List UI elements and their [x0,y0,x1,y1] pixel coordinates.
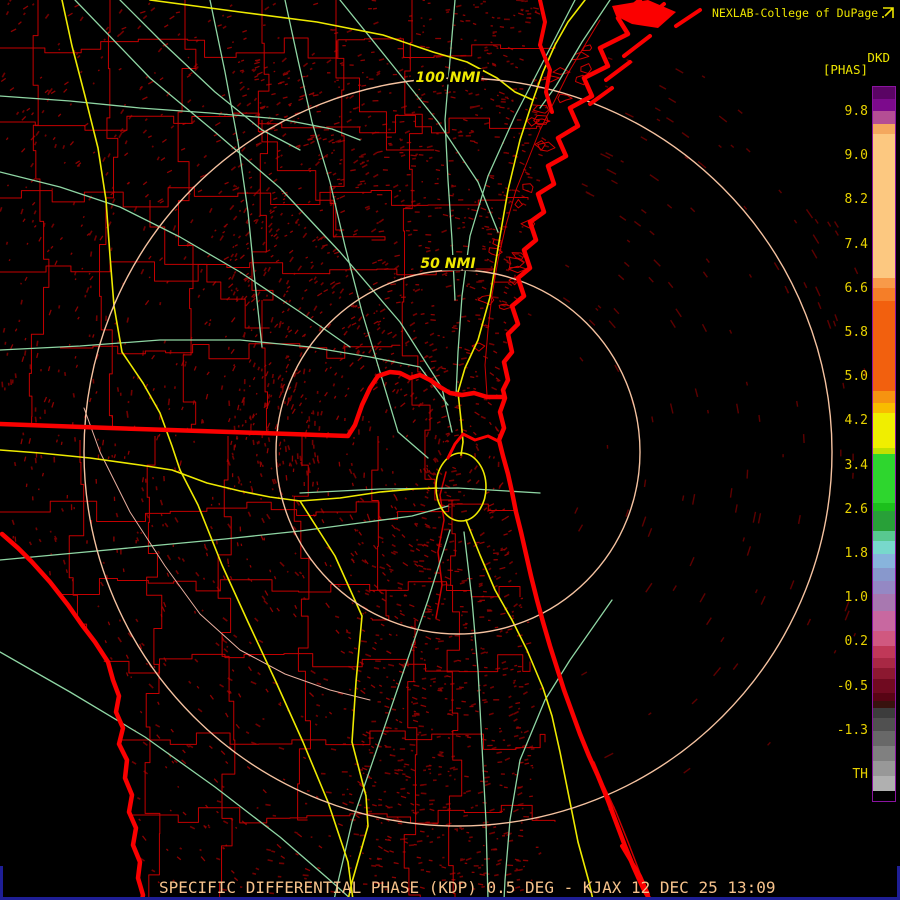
color-scale-segment [873,531,895,541]
interstates-yellow-layer [0,0,594,900]
coastline-layer [0,0,702,900]
color-scale-segment [873,511,895,531]
color-scale-segment [873,668,895,679]
color-scale-segment [873,791,895,801]
colorbar-tick-label: TH [852,767,868,782]
map-layers [0,0,885,900]
colorbar-tick-label: -0.5 [836,679,868,694]
radar-clutter-layer [0,0,885,895]
color-scale-segment [873,568,895,581]
colorbar-tick-label: 5.0 [844,369,868,384]
colorbar-tick-label: 5.8 [844,325,868,340]
brand-text: NEXLAB-College of DuPage [712,6,894,20]
units-label: [PHAS] [822,62,868,77]
radar-map: 100 NMI 50 NMI [0,0,885,900]
colorbar-tick-label: 8.2 [844,192,868,207]
color-scale-segment [873,776,895,791]
color-scale-segment [873,288,895,301]
colorbar-tick-label: 4.2 [844,413,868,428]
color-scale-segment [873,679,895,693]
colorbar-tick-label: 0.2 [844,634,868,649]
color-scale-segment [873,718,895,731]
colorbar-tick-label: 6.6 [844,281,868,296]
range-ring-label-50nmi: 50 NMI [420,256,475,272]
color-scale-segment [873,554,895,568]
colorbar-tick-label: 3.4 [844,458,868,473]
color-scale-segment [873,611,895,631]
frame-border-bottom-left [0,866,3,900]
color-scale-segment [873,278,895,288]
color-scale-segment [873,541,895,554]
color-scale-segment [873,454,895,503]
color-scale-segment [873,708,895,718]
product-title: SPECIFIC DIFFERENTIAL PHASE (KDP) 0.5 DE… [159,878,776,897]
cod-logo-icon [882,7,894,18]
color-scale-segment [873,301,895,391]
coastal-detail-layer [435,19,647,891]
color-scale-segment [873,761,895,776]
radar-display: 100 NMI 50 NMI NEXLAB-College of DuPage … [0,0,900,900]
color-scale-segment [873,731,895,746]
brand-label: NEXLAB-College of DuPage [712,6,879,20]
color-scale-segment [873,503,895,511]
colorbar-tick-label: 9.8 [844,104,868,119]
colorbar-tick-label: 9.0 [844,148,868,163]
color-scale-segment [873,111,895,124]
color-scale-segment [873,124,895,134]
color-scale-segment [873,581,895,594]
colorbar-tick-label: 1.8 [844,546,868,561]
color-scale-segment [873,693,895,701]
color-scale-segment [873,746,895,761]
color-scale-segment [873,701,895,708]
color-scale-segment [873,658,895,668]
color-scale-segment [873,594,895,611]
color-scale-segment [873,413,895,448]
color-scale-segment [873,134,895,278]
color-scale-segment [873,403,895,413]
color-scale-segment [873,87,895,99]
county-borders-layer [0,0,556,900]
color-scale-segment [873,99,895,111]
colorbar-tick-label: 7.4 [844,237,868,252]
colorbar-tick-label: 2.6 [844,502,868,517]
highways-green-layer [0,0,613,900]
color-scale-segment [873,646,895,658]
colorbar-tick-label: 1.0 [844,590,868,605]
color-scale-segment [873,391,895,403]
colorbar-tick-label: -1.3 [836,723,868,738]
color-scale-segment [873,631,895,646]
range-ring-label-100nmi: 100 NMI [416,70,481,86]
color-scale-bar [872,86,896,802]
